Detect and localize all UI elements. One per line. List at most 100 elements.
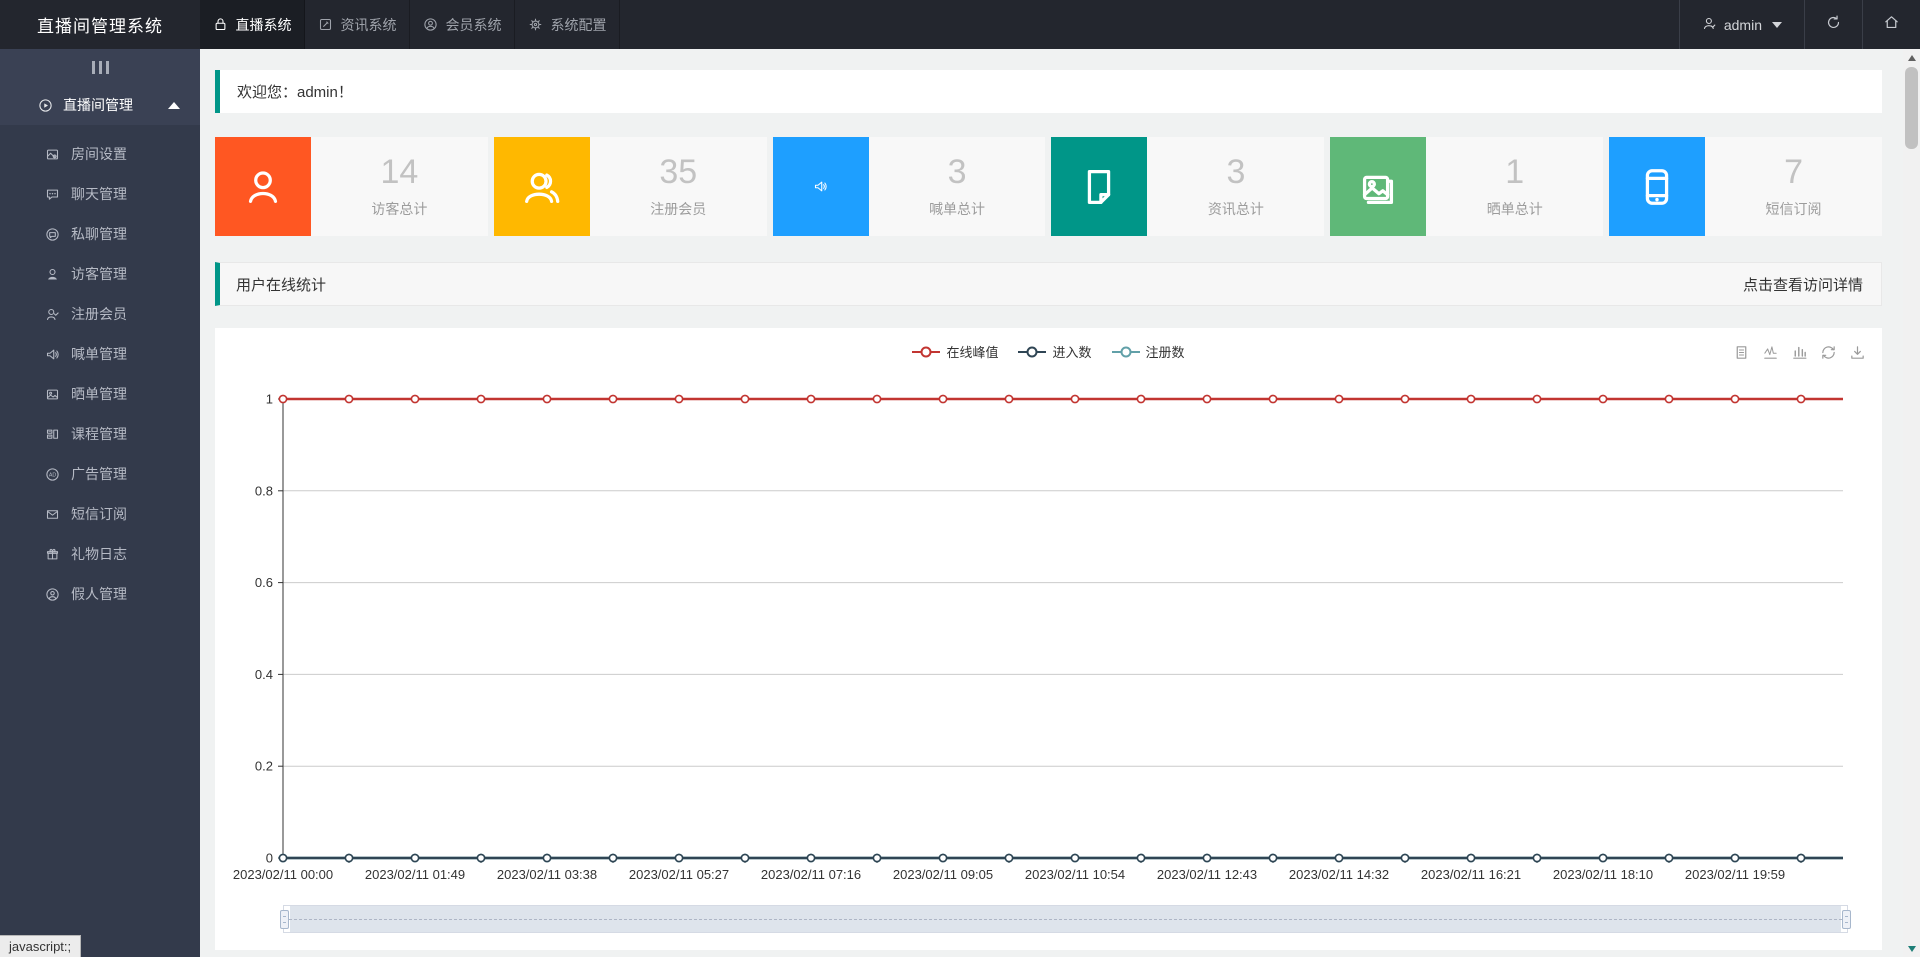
sidebar-item-房间设置[interactable]: 房间设置 xyxy=(0,134,200,174)
home-icon xyxy=(1883,14,1900,36)
scrollbar-thumb[interactable] xyxy=(1905,67,1918,149)
welcome-text: 欢迎您：admin！ xyxy=(237,84,353,101)
sidebar-item-短信订阅[interactable]: 短信订阅 xyxy=(0,494,200,534)
stat-value: 35 xyxy=(659,152,698,191)
sidebar-item-课程管理[interactable]: 课程管理 xyxy=(0,414,200,454)
svg-text:2023/02/11 12:43: 2023/02/11 12:43 xyxy=(1157,867,1257,882)
dummy-user-icon xyxy=(45,587,60,602)
sidebar-menu-items: 房间设置 聊天管理 私聊管理 访客管理 注册会员 喊单管理 晒单管理 课程管理 AD 广告管理 短信… xyxy=(0,125,200,614)
live-system-icon xyxy=(213,17,228,32)
stat-card-注册会员: 35 注册会员 xyxy=(493,137,767,236)
datazoom-slider[interactable] xyxy=(280,905,1851,933)
refresh-button[interactable] xyxy=(1804,0,1862,49)
sidebar-item-私聊管理[interactable]: 私聊管理 xyxy=(0,214,200,254)
browser-status-bar: javascript:; xyxy=(0,935,82,957)
photos-icon xyxy=(1330,137,1427,236)
sidebar-item-广告管理[interactable]: AD 广告管理 xyxy=(0,454,200,494)
gift-icon xyxy=(45,547,60,562)
sidebar-item-假人管理[interactable]: 假人管理 xyxy=(0,574,200,614)
speaker-icon xyxy=(772,137,869,236)
scroll-up-icon xyxy=(1907,54,1916,61)
tab-资讯系统[interactable]: 资讯系统 xyxy=(305,0,410,49)
sidebar-parent-label: 直播间管理 xyxy=(63,97,133,113)
sidebar-collapse-toggle[interactable] xyxy=(0,49,200,85)
main-content: 欢迎您：admin！ 14 访客总计 35 注册会员 3 喊单总计 3 资讯总计 1 晒单总计 7 短… xyxy=(200,49,1903,957)
stat-label: 访客总计 xyxy=(371,200,428,217)
sms-icon xyxy=(45,507,60,522)
tab-会员系统[interactable]: 会员系统 xyxy=(410,0,515,49)
sidebar-item-礼物日志[interactable]: 礼物日志 xyxy=(0,534,200,574)
stat-card-访客总计: 14 访客总计 xyxy=(215,137,488,236)
panel-title: 用户在线统计 xyxy=(236,276,327,294)
svg-text:2023/02/11 18:10: 2023/02/11 18:10 xyxy=(1553,867,1653,882)
stat-value: 7 xyxy=(1784,152,1804,191)
sidebar: 直播间管理 房间设置 聊天管理 私聊管理 访客管理 注册会员 喊单管理 晒单管理 课程管理 AD… xyxy=(0,49,200,957)
user-menu[interactable]: admin xyxy=(1678,0,1804,49)
stat-label: 资讯总计 xyxy=(1207,200,1264,217)
vertical-scrollbar[interactable] xyxy=(1903,49,1920,957)
tab-直播系统[interactable]: 直播系统 xyxy=(200,0,305,49)
stat-card-短信订阅: 7 短信订阅 xyxy=(1609,137,1882,236)
svg-text:2023/02/11 09:05: 2023/02/11 09:05 xyxy=(893,867,993,882)
svg-text:2023/02/11 16:21: 2023/02/11 16:21 xyxy=(1421,867,1521,882)
stat-card-晒单总计: 1 晒单总计 xyxy=(1330,137,1604,236)
datazoom-left-handle[interactable] xyxy=(280,910,289,929)
course-icon xyxy=(45,427,60,442)
phone-icon xyxy=(1609,137,1706,236)
svg-text:2023/02/11 00:00: 2023/02/11 00:00 xyxy=(233,867,333,882)
scrollbar-up-button[interactable] xyxy=(1903,49,1920,66)
tab-系统配置[interactable]: 系统配置 xyxy=(515,0,620,49)
welcome-banner: 欢迎您：admin！ xyxy=(215,70,1882,113)
stat-label: 短信订阅 xyxy=(1765,200,1822,217)
svg-text:AD: AD xyxy=(49,472,57,478)
scroll-down-icon xyxy=(1907,945,1916,952)
stat-value: 3 xyxy=(1226,152,1246,191)
private-chat-icon xyxy=(45,227,60,242)
stat-cards-row: 14 访客总计 35 注册会员 3 喊单总计 3 资讯总计 1 晒单总计 7 短信订阅 xyxy=(215,137,1882,236)
svg-text:0.4: 0.4 xyxy=(255,667,273,682)
stat-value: 1 xyxy=(1505,152,1525,191)
svg-text:2023/02/11 19:59: 2023/02/11 19:59 xyxy=(1685,867,1785,882)
visitor-icon xyxy=(45,267,60,282)
sidebar-item-注册会员[interactable]: 注册会员 xyxy=(0,294,200,334)
stat-value: 14 xyxy=(380,152,419,191)
stat-label: 晒单总计 xyxy=(1486,200,1543,217)
svg-text:2023/02/11 01:49: 2023/02/11 01:49 xyxy=(365,867,465,882)
stat-value: 3 xyxy=(947,152,967,191)
svg-text:0.8: 0.8 xyxy=(255,483,273,498)
online-stats-chart-panel: 在线峰值 进入数 注册数 0 0.2 0.4 0.6 0.8 1 2023/02/11 00:0… xyxy=(215,328,1882,950)
app-title: 直播间管理系统 xyxy=(37,17,163,36)
person-icon xyxy=(215,137,311,236)
document-icon xyxy=(1051,137,1148,236)
ad-icon: AD xyxy=(45,467,60,482)
stat-label: 喊单总计 xyxy=(929,200,986,217)
home-button[interactable] xyxy=(1862,0,1920,49)
view-details-link[interactable]: 点击查看访问详情 xyxy=(1743,274,1863,295)
register-member-icon xyxy=(45,307,60,322)
member-system-icon xyxy=(423,17,438,32)
caret-down-icon xyxy=(1772,21,1782,28)
stat-card-喊单总计: 3 喊单总计 xyxy=(772,137,1046,236)
svg-text:2023/02/11 14:32: 2023/02/11 14:32 xyxy=(1289,867,1389,882)
sidebar-parent-menu[interactable]: 直播间管理 xyxy=(0,85,200,125)
datazoom-right-handle[interactable] xyxy=(1842,910,1851,929)
refresh-icon xyxy=(1825,14,1842,36)
sidebar-item-喊单管理[interactable]: 喊单管理 xyxy=(0,334,200,374)
sidebar-item-晒单管理[interactable]: 晒单管理 xyxy=(0,374,200,414)
chat-icon xyxy=(45,187,60,202)
speaker-icon xyxy=(45,347,60,362)
svg-text:2023/02/11 05:27: 2023/02/11 05:27 xyxy=(629,867,729,882)
scrollbar-down-button[interactable] xyxy=(1903,940,1920,957)
svg-text:0.6: 0.6 xyxy=(255,575,273,590)
sidebar-item-聊天管理[interactable]: 聊天管理 xyxy=(0,174,200,214)
caret-up-icon xyxy=(168,101,180,109)
photo-icon xyxy=(45,387,60,402)
top-navbar: 直播间管理系统 直播系统 资讯系统 会员系统 系统配置 admin xyxy=(0,0,1920,49)
online-stats-chart[interactable]: 0 0.2 0.4 0.6 0.8 1 2023/02/11 00:00 2023/02/11… xyxy=(215,328,1872,950)
stat-label: 注册会员 xyxy=(650,200,707,217)
svg-text:2023/02/11 07:16: 2023/02/11 07:16 xyxy=(761,867,861,882)
sidebar-item-访客管理[interactable]: 访客管理 xyxy=(0,254,200,294)
svg-text:2023/02/11 10:54: 2023/02/11 10:54 xyxy=(1025,867,1125,882)
system-config-icon xyxy=(528,17,543,32)
user-name: admin xyxy=(1723,16,1762,33)
